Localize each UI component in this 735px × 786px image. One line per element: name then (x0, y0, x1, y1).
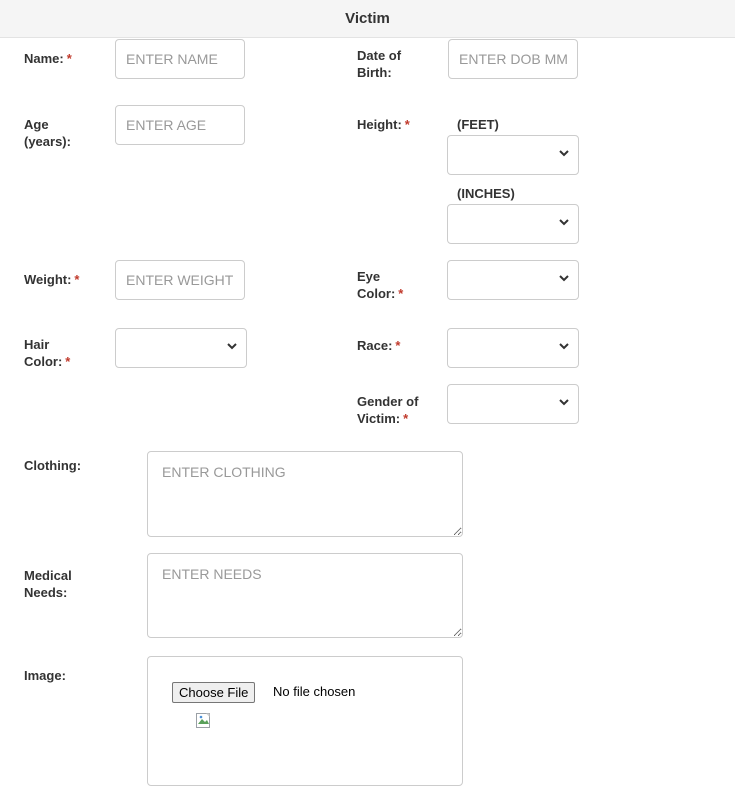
medical-needs-textarea[interactable] (147, 553, 463, 638)
file-status: No file chosen (273, 684, 356, 699)
eye-color-label: Eye Color: * (357, 269, 404, 301)
clothing-label: Clothing: (24, 458, 82, 473)
race-label: Race: * (357, 338, 401, 353)
image-label: Image: (24, 668, 66, 683)
chevron-down-icon (559, 275, 569, 282)
required-marker: * (403, 411, 409, 426)
section-header: Victim (0, 0, 735, 38)
hair-color-label: Hair Color: * (24, 337, 71, 369)
required-marker: * (404, 117, 410, 132)
weight-input[interactable] (115, 260, 245, 300)
choose-file-button[interactable]: Choose File (172, 682, 256, 703)
chevron-down-icon (559, 343, 569, 350)
chevron-down-icon (559, 219, 569, 226)
image-upload-box: Choose File No file chosen (147, 656, 463, 786)
required-marker: * (65, 354, 71, 369)
dob-label: Date of Birth: (357, 48, 402, 80)
gender-label: Gender of Victim: * (357, 394, 419, 426)
chevron-down-icon (559, 399, 569, 406)
broken-image-icon (196, 713, 210, 728)
name-label: Name: * (24, 51, 72, 66)
age-input[interactable] (115, 105, 245, 145)
dob-input[interactable] (448, 39, 578, 79)
clothing-textarea[interactable] (147, 451, 463, 537)
height-feet-label: (FEET) (457, 117, 499, 132)
chevron-down-icon (227, 343, 237, 350)
chevron-down-icon (559, 150, 569, 157)
height-inches-label: (INCHES) (457, 186, 515, 201)
age-label: Age (years): (24, 117, 71, 149)
eye-color-select[interactable] (447, 260, 579, 300)
required-marker: * (395, 338, 401, 353)
weight-label: Weight: * (24, 272, 80, 287)
height-label: Height: * (357, 117, 410, 132)
required-marker: * (74, 272, 80, 287)
hair-color-select[interactable] (115, 328, 247, 368)
required-marker: * (398, 286, 404, 301)
name-input[interactable] (115, 39, 245, 79)
required-marker: * (66, 51, 72, 66)
gender-select[interactable] (447, 384, 579, 424)
section-title: Victim (345, 10, 390, 27)
race-select[interactable] (447, 328, 579, 368)
medical-needs-label: Medical Needs: (24, 568, 72, 600)
height-inches-select[interactable] (447, 204, 579, 244)
height-feet-select[interactable] (447, 135, 579, 175)
